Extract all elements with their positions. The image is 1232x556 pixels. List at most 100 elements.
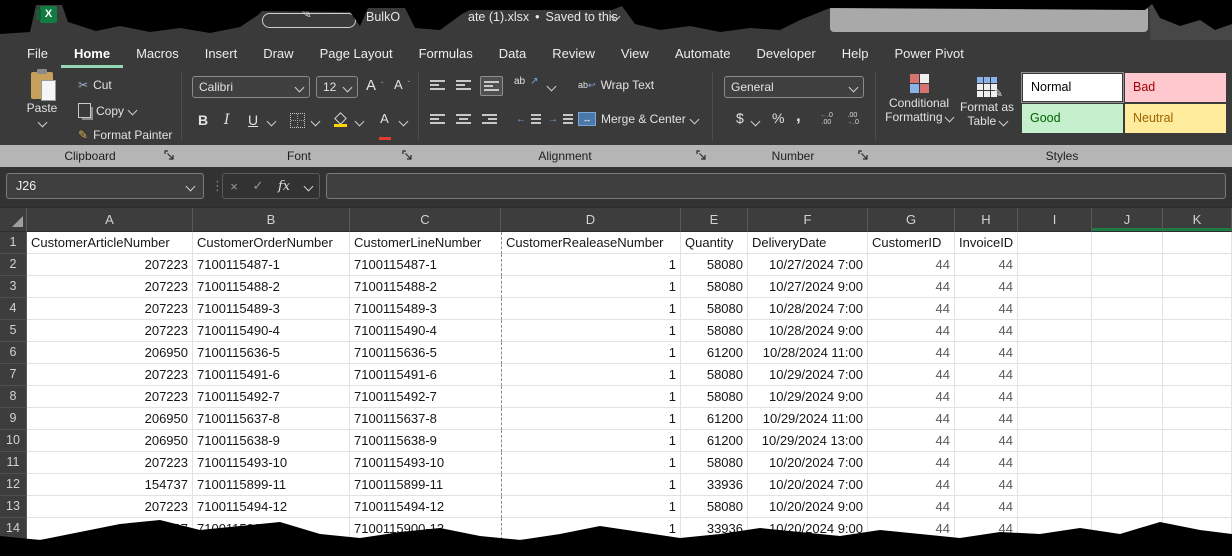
cell-F12[interactable]: 10/20/2024 7:00 [748, 474, 868, 496]
cell-H2[interactable]: 44 [955, 254, 1018, 276]
cell-G7[interactable]: 44 [868, 364, 955, 386]
cell-D3[interactable]: 1 [501, 276, 681, 298]
cell-F9[interactable]: 10/29/2024 11:00 [748, 408, 868, 430]
cell-J8[interactable] [1092, 386, 1163, 408]
cell-A7[interactable]: 207223 [27, 364, 193, 386]
row-header-1[interactable]: 1 [0, 232, 27, 254]
cell-H8[interactable]: 44 [955, 386, 1018, 408]
merge-center-button[interactable]: ↔ Merge & Center [578, 112, 698, 126]
cell-K13[interactable] [1163, 496, 1232, 518]
cell-I1[interactable] [1018, 232, 1092, 254]
cell-H6[interactable]: 44 [955, 342, 1018, 364]
tab-home[interactable]: Home [61, 40, 123, 68]
cell-F6[interactable]: 10/28/2024 11:00 [748, 342, 868, 364]
cell-H12[interactable]: 44 [955, 474, 1018, 496]
row-header-7[interactable]: 7 [0, 364, 27, 386]
style-normal[interactable]: Normal [1022, 73, 1123, 102]
cell-D7[interactable]: 1 [501, 364, 681, 386]
align-left-button[interactable] [430, 112, 445, 126]
cell-I5[interactable] [1018, 320, 1092, 342]
column-header-E[interactable]: E [681, 208, 748, 232]
cell-D12[interactable]: 1 [501, 474, 681, 496]
cell-E13[interactable]: 58080 [681, 496, 748, 518]
format-as-table-button[interactable]: ✎ Format as Table [956, 72, 1018, 128]
cell-G5[interactable]: 44 [868, 320, 955, 342]
cell-I9[interactable] [1018, 408, 1092, 430]
borders-chevron-icon[interactable] [311, 117, 321, 127]
cell-J7[interactable] [1092, 364, 1163, 386]
insert-function-chevron-icon[interactable] [303, 181, 313, 191]
cell-H9[interactable]: 44 [955, 408, 1018, 430]
cell-C2[interactable]: 7100115487-1 [350, 254, 501, 276]
conditional-formatting-chevron-icon[interactable] [944, 113, 954, 123]
cell-I6[interactable] [1018, 342, 1092, 364]
cell-D10[interactable]: 1 [501, 430, 681, 452]
cell-I12[interactable] [1018, 474, 1092, 496]
cell-A2[interactable]: 207223 [27, 254, 193, 276]
increase-indent-button[interactable]: → [548, 112, 573, 126]
column-header-G[interactable]: G [868, 208, 955, 232]
search-box[interactable] [830, 6, 1148, 32]
number-format-chevron-icon[interactable] [849, 82, 859, 92]
cell-A3[interactable]: 207223 [27, 276, 193, 298]
italic-button[interactable]: I [224, 112, 230, 128]
cell-J9[interactable] [1092, 408, 1163, 430]
cell-F1[interactable]: DeliveryDate [748, 232, 868, 254]
cell-B3[interactable]: 7100115488-2 [193, 276, 350, 298]
cell-E4[interactable]: 58080 [681, 298, 748, 320]
cell-J5[interactable] [1092, 320, 1163, 342]
row-header-2[interactable]: 2 [0, 254, 27, 276]
column-header-H[interactable]: H [955, 208, 1018, 232]
column-header-A[interactable]: A [27, 208, 193, 232]
cell-E5[interactable]: 58080 [681, 320, 748, 342]
cell-J4[interactable] [1092, 298, 1163, 320]
align-right-button[interactable] [482, 112, 497, 126]
cell-E11[interactable]: 58080 [681, 452, 748, 474]
name-box-chevron-icon[interactable] [186, 181, 196, 191]
row-header-6[interactable]: 6 [0, 342, 27, 364]
cell-K9[interactable] [1163, 408, 1232, 430]
cell-J13[interactable] [1092, 496, 1163, 518]
cell-D5[interactable]: 1 [501, 320, 681, 342]
formula-input[interactable] [326, 173, 1226, 199]
column-header-D[interactable]: D [501, 208, 681, 232]
cell-J6[interactable] [1092, 342, 1163, 364]
cell-J10[interactable] [1092, 430, 1163, 452]
cell-A10[interactable]: 206950 [27, 430, 193, 452]
cell-G8[interactable]: 44 [868, 386, 955, 408]
cell-B12[interactable]: 7100115899-11 [193, 474, 350, 496]
cell-C12[interactable]: 7100115899-11 [350, 474, 501, 496]
cell-K1[interactable] [1163, 232, 1232, 254]
cell-K11[interactable] [1163, 452, 1232, 474]
cell-E3[interactable]: 58080 [681, 276, 748, 298]
column-header-K[interactable]: K [1163, 208, 1232, 232]
tab-insert[interactable]: Insert [192, 40, 251, 68]
cell-H4[interactable]: 44 [955, 298, 1018, 320]
cell-B14[interactable]: 7100115900-13 [193, 518, 350, 540]
decrease-indent-button[interactable]: ← [516, 112, 541, 126]
cell-F13[interactable]: 10/20/2024 9:00 [748, 496, 868, 518]
cell-A5[interactable]: 207223 [27, 320, 193, 342]
cell-C8[interactable]: 7100115492-7 [350, 386, 501, 408]
cell-B5[interactable]: 7100115490-4 [193, 320, 350, 342]
cell-G12[interactable]: 44 [868, 474, 955, 496]
cell-G6[interactable]: 44 [868, 342, 955, 364]
tab-data[interactable]: Data [486, 40, 539, 68]
cell-K7[interactable] [1163, 364, 1232, 386]
tab-power-pivot[interactable]: Power Pivot [881, 40, 976, 68]
cell-I7[interactable] [1018, 364, 1092, 386]
merge-center-chevron-icon[interactable] [689, 114, 699, 124]
cell-B8[interactable]: 7100115492-7 [193, 386, 350, 408]
cell-H14[interactable]: 44 [955, 518, 1018, 540]
align-center-button[interactable] [456, 112, 471, 126]
cell-B13[interactable]: 7100115494-12 [193, 496, 350, 518]
cell-B9[interactable]: 7100115637-8 [193, 408, 350, 430]
cell-E8[interactable]: 58080 [681, 386, 748, 408]
cell-K4[interactable] [1163, 298, 1232, 320]
cell-B4[interactable]: 7100115489-3 [193, 298, 350, 320]
cell-F14[interactable]: 10/20/2024 9:00 [748, 518, 868, 540]
column-header-I[interactable]: I [1018, 208, 1092, 232]
number-format-combobox[interactable]: General [724, 76, 864, 98]
cell-C13[interactable]: 7100115494-12 [350, 496, 501, 518]
row-header-3[interactable]: 3 [0, 276, 27, 298]
